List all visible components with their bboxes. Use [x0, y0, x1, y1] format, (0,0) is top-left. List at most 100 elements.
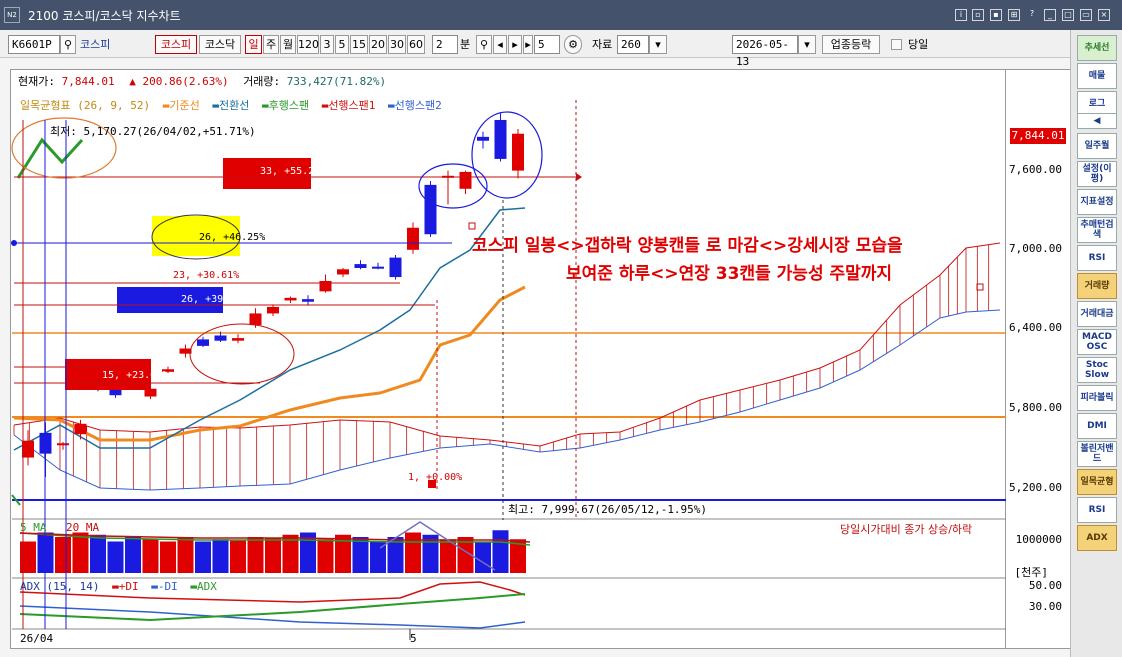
adx-title: ADX (15, 14) [20, 580, 100, 593]
candle-body-0 [22, 440, 34, 458]
candle-body-25 [459, 171, 472, 189]
candle-body-26 [477, 136, 489, 141]
volume-bar-6 [125, 537, 141, 573]
adx-adx-line [19, 593, 526, 622]
adx-tick-30: 30.00 [1028, 600, 1062, 613]
candle-body-23 [424, 184, 437, 235]
volume-note: 당일시가대비 종가 상승/하락 [840, 523, 973, 536]
leading-span-2-line [13, 309, 1001, 491]
lagging-endpoint-marker [468, 222, 476, 230]
axis-tick-6400: 6,400.00 [1009, 321, 1062, 334]
box-26a-label: 26, +46.25% [199, 232, 266, 243]
sidebar-item-9[interactable]: 거래량 [1077, 273, 1117, 299]
top-ellipse [471, 111, 543, 199]
volume-bar-17 [317, 539, 334, 573]
volume-unit: [천주] [1014, 566, 1049, 579]
dot-26a [11, 240, 17, 246]
candle-body-12 [232, 338, 244, 341]
adx-adx-text: ADX [196, 580, 217, 593]
adx-pdi-text: +DI [118, 580, 139, 593]
x-label-1: 5 [410, 632, 417, 645]
volume-bar-12 [230, 540, 246, 573]
current-price-badge: 7,844.01 [1010, 128, 1066, 144]
adx-tick-50: 50.00 [1028, 579, 1062, 592]
volume-bar-9 [177, 537, 194, 573]
sidebar-item-13[interactable]: 피라볼릭 [1077, 385, 1117, 411]
indicator-sidebar: 추세선 매물 로그 ◀ 일주월 설정(이평) 지표설정 추매턴검색 RSI 거래량 거래대금 MACD… [1070, 30, 1122, 657]
box-15-label: 15, +23.09% [102, 370, 169, 381]
volume-bar-7 [142, 539, 159, 573]
adx-adx: ▬ADX [190, 580, 217, 593]
candle-body-10 [197, 339, 209, 346]
volume-bar-13 [247, 537, 264, 573]
sidebar-item-1[interactable]: 매물 [1077, 63, 1117, 89]
volume-bar-11 [212, 539, 229, 573]
volume-tick: 1000000 [1015, 533, 1062, 546]
candle-body-20 [372, 266, 384, 269]
candle-body-28 [512, 133, 524, 171]
adx-mdi-text: -DI [157, 580, 178, 593]
candle-body-14 [267, 306, 279, 314]
volume-bar-19 [352, 537, 369, 573]
sidebar-item-8[interactable]: RSI [1077, 245, 1117, 271]
x-label-0: 26/04 [20, 632, 54, 645]
axis-tick-5800: 5,800.00 [1009, 401, 1062, 414]
volume-bar-8 [160, 541, 176, 573]
adx-legend: ADX (15, 14) ▬+DI ▬-DI ▬ADX [20, 580, 217, 593]
candle-body-15 [284, 297, 297, 301]
volume-ma5: 5 MA [20, 521, 47, 534]
candle-body-13 [249, 313, 262, 326]
sidebar-item-17[interactable]: RSI [1077, 497, 1117, 523]
sidebar-item-14[interactable]: DMI [1077, 413, 1117, 439]
candle-body-19 [354, 264, 367, 268]
sidebar-item-6[interactable]: 지표설정 [1077, 189, 1117, 215]
box-1-label: 1, +0.00% [408, 472, 463, 483]
volume-bar-22 [405, 532, 421, 573]
volume-bar-3 [72, 532, 89, 573]
volume-bar-2 [55, 537, 71, 573]
volume-bar-0 [20, 541, 36, 573]
volume-bar-4 [90, 534, 106, 573]
adx-mdi: ▬-DI [151, 580, 178, 593]
candle-body-18 [337, 269, 349, 275]
sidebar-item-15[interactable]: 볼린저밴드 [1077, 441, 1117, 467]
box-33-label: 33, +55.25% [260, 166, 327, 177]
candle-body-16 [302, 299, 314, 302]
sidebar-item-0[interactable]: 추세선 [1077, 35, 1117, 61]
sidebar-item-7[interactable]: 추매턴검색 [1077, 217, 1117, 243]
volume-bar-10 [195, 541, 211, 573]
sidebar-item-10[interactable]: 거래대금 [1077, 301, 1117, 327]
candle-body-2 [57, 443, 69, 446]
candle-body-27 [494, 119, 507, 159]
leading-endpoint-marker [976, 283, 984, 291]
sidebar-item-5[interactable]: 설정(이평) [1077, 161, 1117, 187]
sidebar-item-3[interactable]: ◀ [1077, 113, 1117, 129]
candle-body-11 [214, 335, 227, 341]
candle-body-21 [389, 257, 402, 278]
volume-bar-27 [492, 530, 509, 573]
axis-tick-7600: 7,600.00 [1009, 163, 1062, 176]
box-26b-label: 26, +39.93% [181, 294, 248, 305]
volume-bar-26 [475, 541, 491, 573]
volume-bar-5 [107, 541, 124, 573]
comment-line-2: 보여준 하루<>연장 33캔들 가능성 주말까지 [566, 264, 893, 284]
price-axis: 7,600.00 7,000.00 6,400.00 5,800.00 5,20… [1006, 69, 1070, 649]
box-23-label: 23, +30.61% [173, 270, 240, 281]
axis-tick-5200: 5,200.00 [1009, 481, 1062, 494]
lagging-span-top-line [16, 137, 84, 179]
sidebar-item-11[interactable]: MACD OSC [1077, 329, 1117, 355]
candle-body-22 [407, 227, 419, 250]
volume-bar-14 [265, 537, 281, 573]
sidebar-item-12[interactable]: Stoc Slow [1077, 357, 1117, 383]
comment-line-1: 코스피 일봉<>갭하락 양봉캔들 로 마감<>강세시장 모습을 [472, 236, 903, 256]
axis-tick-7000: 7,000.00 [1009, 242, 1062, 255]
sidebar-item-18[interactable]: ADX [1077, 525, 1117, 551]
sidebar-item-4[interactable]: 일주월 [1077, 133, 1117, 159]
volume-ma20: 20 MA [66, 521, 100, 534]
high-annotation: 최고: 7,999.67(26/05/12,-1.95%) [508, 503, 708, 516]
conversion-line [13, 207, 526, 451]
sidebar-item-16[interactable]: 일목균형 [1077, 469, 1117, 495]
low-annotation: 최저: 5,170.27(26/04/02,+51.71%) [50, 125, 256, 138]
candle-body-3 [74, 423, 87, 435]
chart-canvas[interactable] [0, 0, 1122, 657]
